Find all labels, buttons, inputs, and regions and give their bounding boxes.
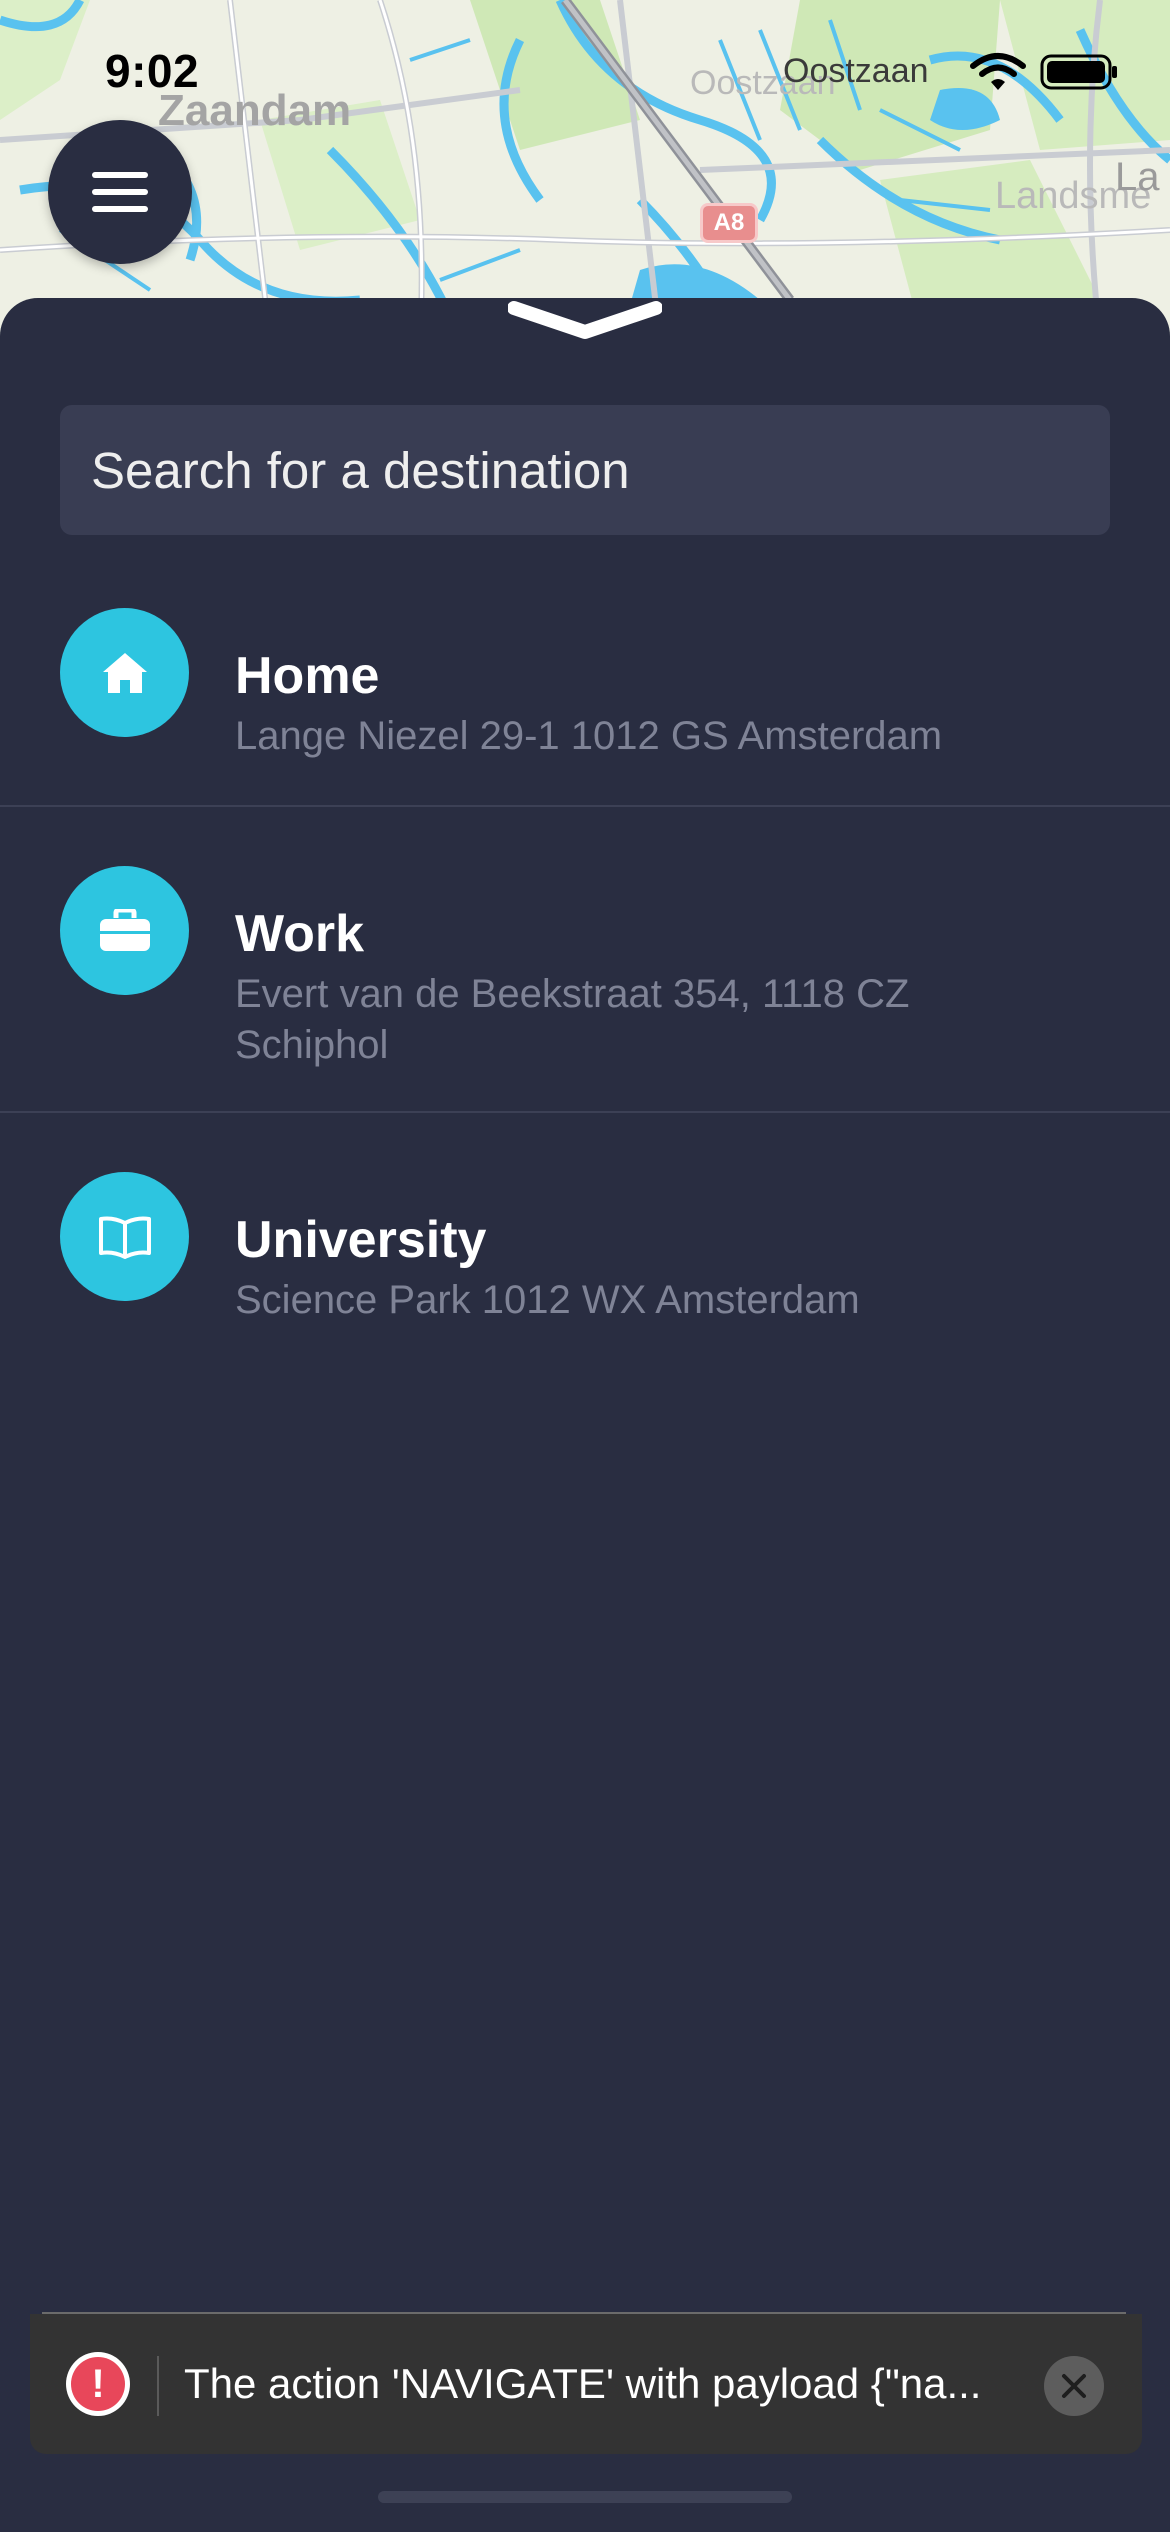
search-input[interactable]: Search for a destination [60,405,1110,535]
search-placeholder: Search for a destination [91,441,630,499]
status-carrier: Oostzaan [783,52,929,90]
map-label-partial: La [1115,155,1160,199]
wifi-icon [970,53,1026,90]
destination-item-home[interactable]: Home Lange Niezel 29-1 1012 GS Amsterdam [0,608,1170,803]
briefcase-icon [60,866,189,995]
home-indicator[interactable] [378,2491,792,2503]
destination-address: Science Park 1012 WX Amsterdam [235,1278,860,1322]
status-time: 9:02 [105,45,200,97]
home-icon [60,608,189,737]
error-icon: ! [66,2352,130,2416]
toast-message: The action 'NAVIGATE' with payload {"na.… [184,2360,982,2407]
menu-button[interactable] [48,120,192,264]
battery-icon [1040,54,1117,90]
destination-name: Work [235,905,365,963]
book-icon [60,1172,189,1301]
destination-sheet: Search for a destination Home Lange Niez… [0,298,1170,2532]
destination-address: Lange Niezel 29-1 1012 GS Amsterdam [235,714,943,758]
divider [0,805,1170,807]
hamburger-menu-icon-bar [92,189,148,195]
destination-name: Home [235,647,380,705]
sheet-collapse-handle[interactable] [507,298,663,346]
chevron-down-icon [507,301,663,339]
toast-separator [157,2356,159,2416]
destination-item-work[interactable]: Work Evert van de Beekstraat 354, 1118 C… [0,866,1170,1106]
highway-shield-a8: A8 [700,203,758,243]
divider [0,1111,1170,1113]
hamburger-menu-icon-bar [92,206,148,212]
screen: Zaandam Oostzaan Landsme La A8 9:02 Oost… [0,0,1170,2532]
close-icon[interactable] [1044,2356,1104,2416]
error-icon-glyph: ! [71,2357,125,2411]
destination-name: University [235,1211,487,1269]
destination-address: Evert van de Beekstraat 354, 1118 CZ Sch… [235,972,910,1067]
status-icons [970,52,1120,94]
destination-item-university[interactable]: University Science Park 1012 WX Amsterda… [0,1172,1170,1362]
hamburger-menu-icon [92,172,148,178]
error-toast[interactable]: ! The action 'NAVIGATE' with payload {"n… [30,2314,1142,2454]
